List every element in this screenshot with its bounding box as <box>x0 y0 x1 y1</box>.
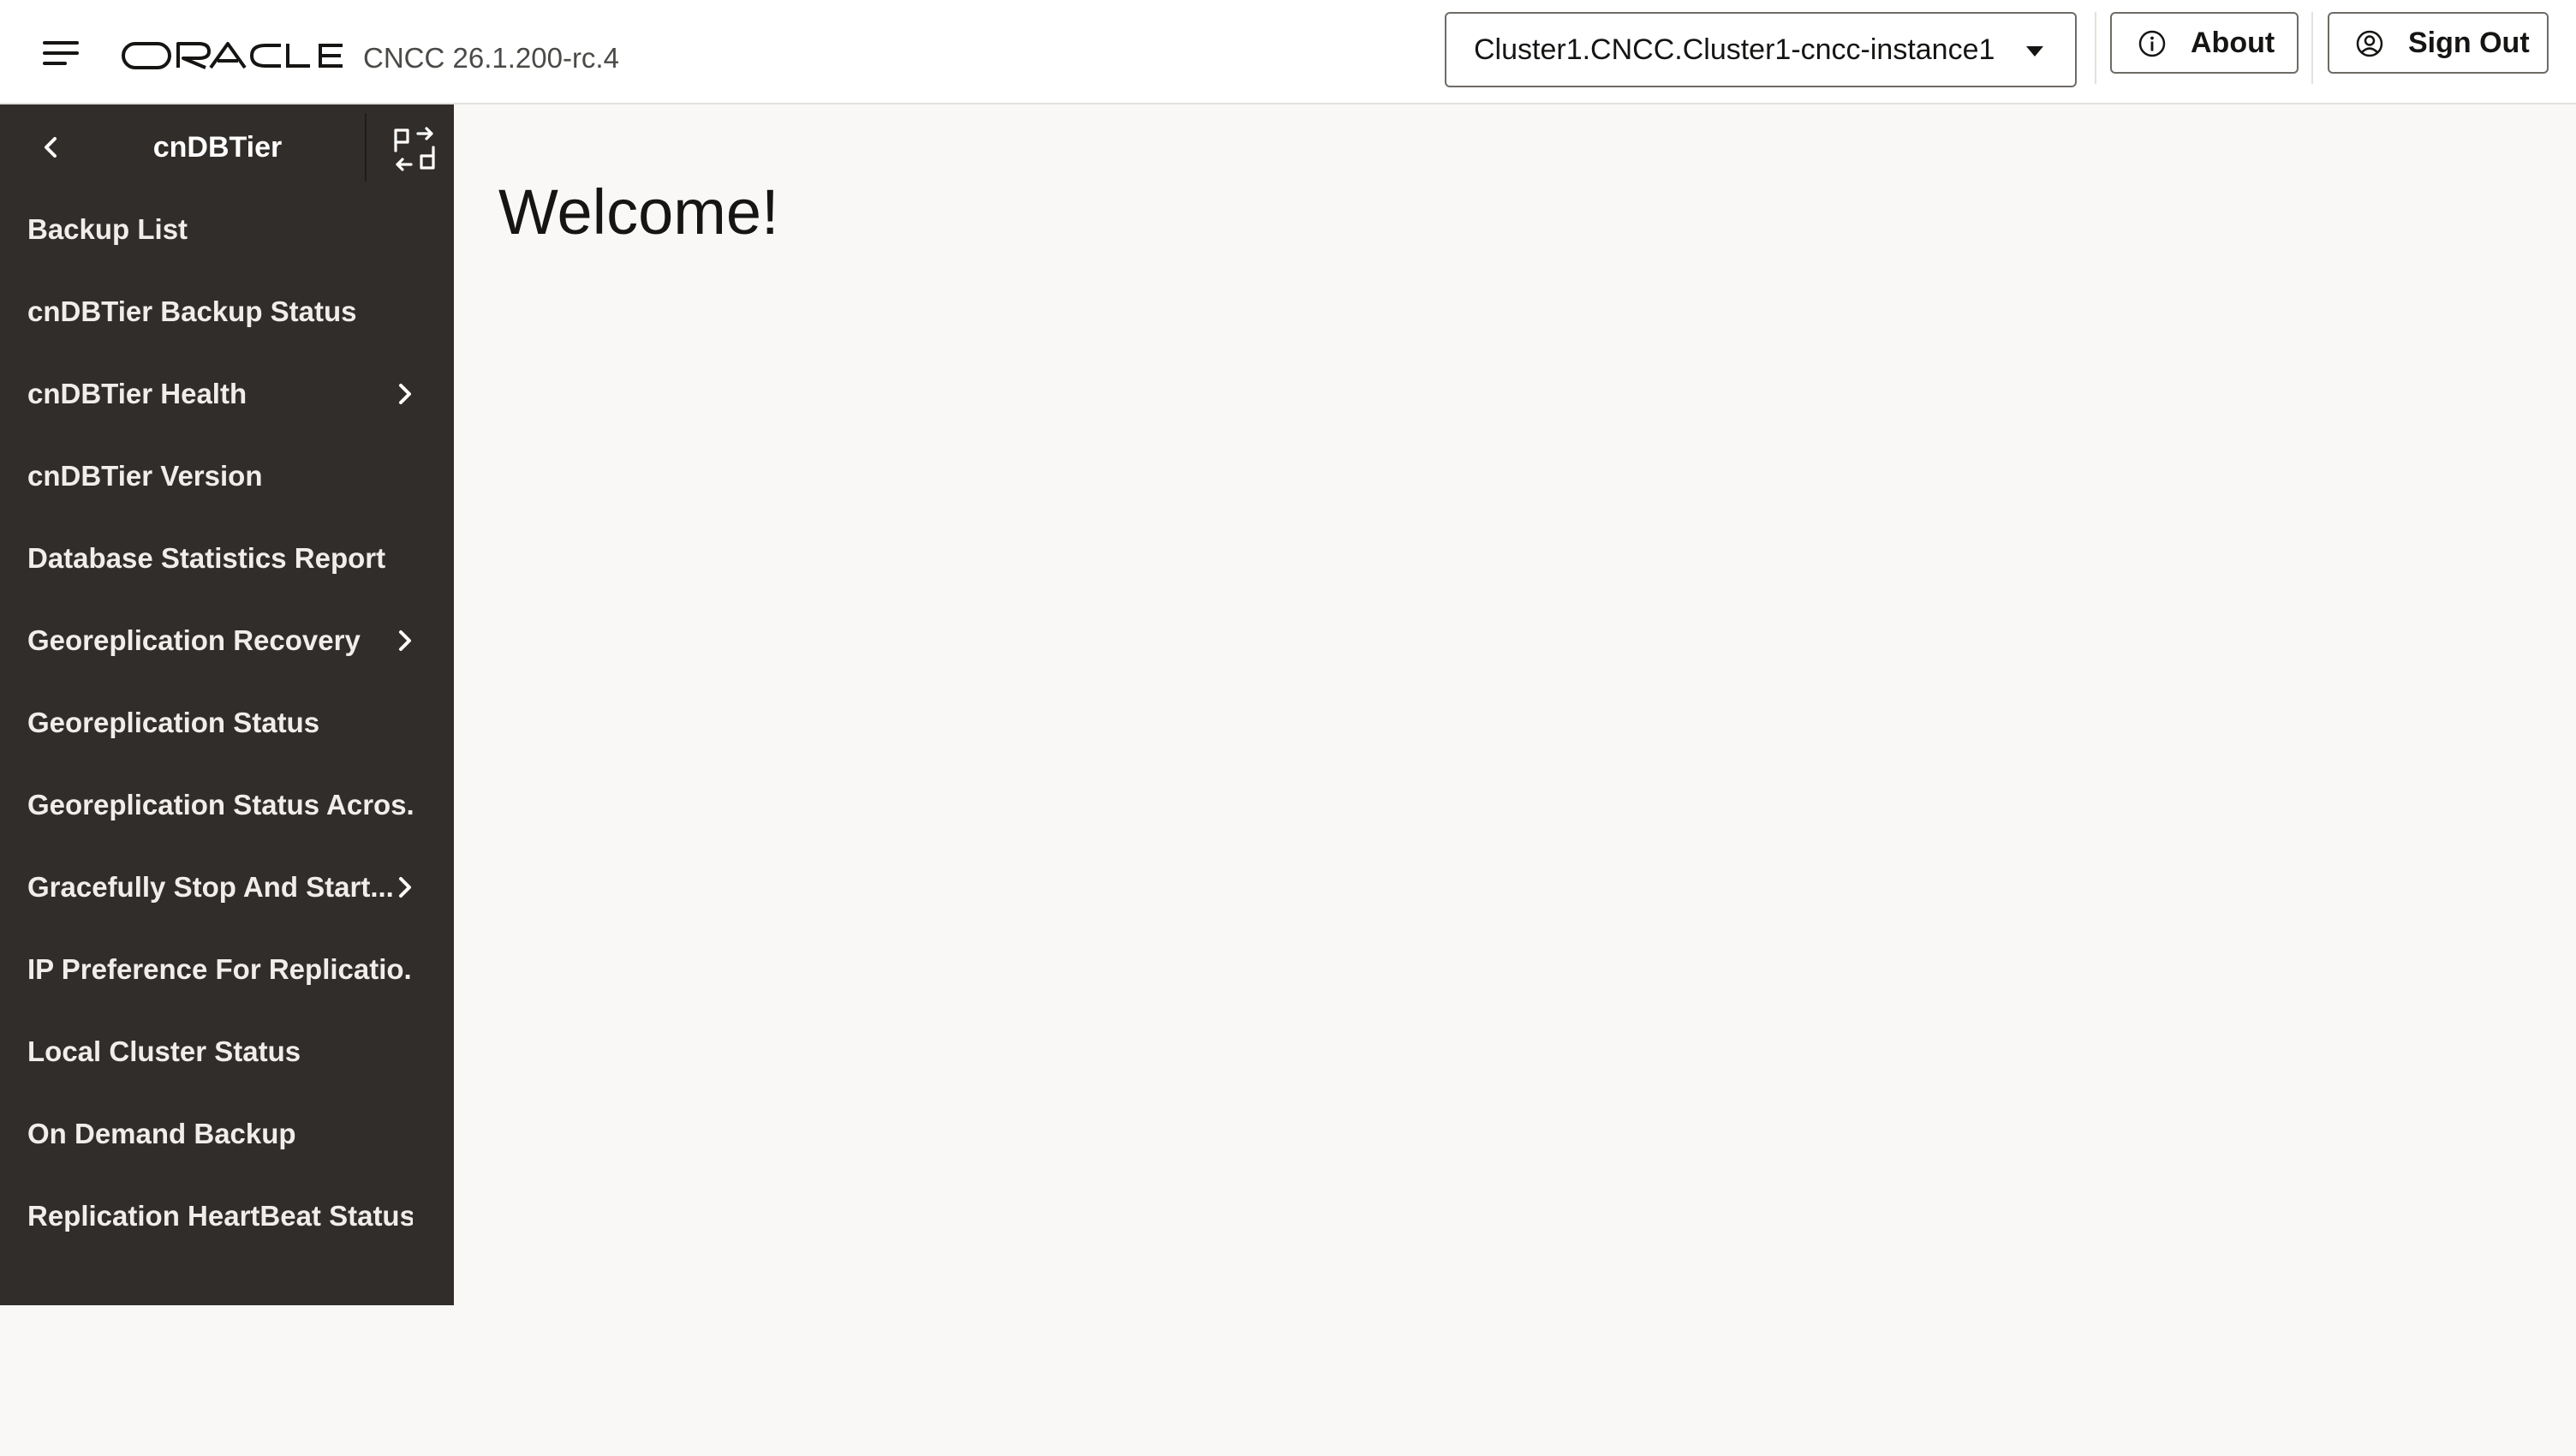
sidebar-item[interactable]: cnDBTier Version <box>0 435 454 517</box>
sidebar-item-label: cnDBTier Version <box>27 460 263 492</box>
caret-down-icon <box>2026 46 2043 57</box>
sidebar-item-label: On Demand Backup <box>27 1118 296 1149</box>
about-button[interactable]: About <box>2110 12 2299 74</box>
sidebar-item[interactable]: cnDBTier Health <box>0 353 454 435</box>
chevron-right-icon <box>399 630 411 651</box>
app-version: CNCC 26.1.200-rc.4 <box>363 42 619 74</box>
sidebar-item-label: Georeplication Recovery <box>27 624 361 656</box>
header-divider <box>2311 12 2313 84</box>
sidebar-item-label: Database Statistics Report <box>27 542 386 574</box>
sidebar-item-label: Georeplication Status Acros... <box>27 789 413 820</box>
sidebar-nav: cnDBTier Backup List cnDBTier Backup Stat… <box>0 104 454 1305</box>
cluster-select-value: Cluster1.CNCC.Cluster1-cncc-instance1 <box>1474 33 1995 66</box>
hamburger-menu-icon[interactable] <box>38 34 84 72</box>
sidebar-item[interactable]: Georeplication Recovery <box>0 600 454 682</box>
sidebar-item-label: Backup List <box>27 213 188 245</box>
sidebar-item-label: Local Cluster Status <box>27 1035 301 1067</box>
sign-out-button[interactable]: Sign Out <box>2328 12 2549 74</box>
sidebar-item-label: Replication HeartBeat Status <box>27 1200 413 1232</box>
welcome-heading: Welcome! <box>498 176 779 248</box>
sidebar-item[interactable]: IP Preference For Replicatio... <box>0 928 454 1011</box>
chevron-right-icon <box>399 877 411 898</box>
sidebar-item-label: Georeplication Status <box>27 707 320 738</box>
sign-out-button-label: Sign Out <box>2408 27 2530 59</box>
sidebar-item[interactable]: Replication HeartBeat Status <box>0 1175 454 1257</box>
sidebar-item-label: Gracefully Stop And Start... <box>27 871 394 903</box>
oracle-logo <box>122 42 343 69</box>
sidebar-item[interactable]: Backup List <box>0 188 454 271</box>
user-circle-icon <box>2356 30 2383 57</box>
sidebar-item-label: cnDBTier Health <box>27 378 247 409</box>
cluster-select[interactable]: Cluster1.CNCC.Cluster1-cncc-instance1 <box>1445 12 2077 87</box>
sidebar-item[interactable]: Georeplication Status <box>0 682 454 764</box>
sidebar-item[interactable]: Georeplication Status Acros... <box>0 764 454 846</box>
sidebar-item[interactable]: Gracefully Stop And Start... <box>0 846 454 928</box>
sidebar-header-divider <box>365 113 367 182</box>
sidebar-menu: Backup List cnDBTier Backup Status cnDBTie… <box>0 188 454 1257</box>
sidebar-item[interactable]: cnDBTier Backup Status <box>0 271 454 353</box>
about-button-label: About <box>2191 27 2275 59</box>
chevron-left-icon[interactable] <box>31 127 72 168</box>
sidebar-item[interactable]: Database Statistics Report <box>0 517 454 600</box>
sidebar-item-label: IP Preference For Replicatio... <box>27 953 413 985</box>
app-header: CNCC 26.1.200-rc.4 Cluster1.CNCC.Cluster… <box>0 0 2576 104</box>
sidebar-title: cnDBTier <box>152 131 283 164</box>
header-divider <box>2095 12 2096 84</box>
sidebar-item-label: cnDBTier Backup Status <box>27 295 357 327</box>
sidebar-item[interactable]: Local Cluster Status <box>0 1011 454 1093</box>
chevron-right-icon <box>399 384 411 404</box>
expand-collapse-icon[interactable] <box>392 127 437 171</box>
info-icon <box>2138 30 2166 57</box>
sidebar-item[interactable]: On Demand Backup <box>0 1093 454 1175</box>
